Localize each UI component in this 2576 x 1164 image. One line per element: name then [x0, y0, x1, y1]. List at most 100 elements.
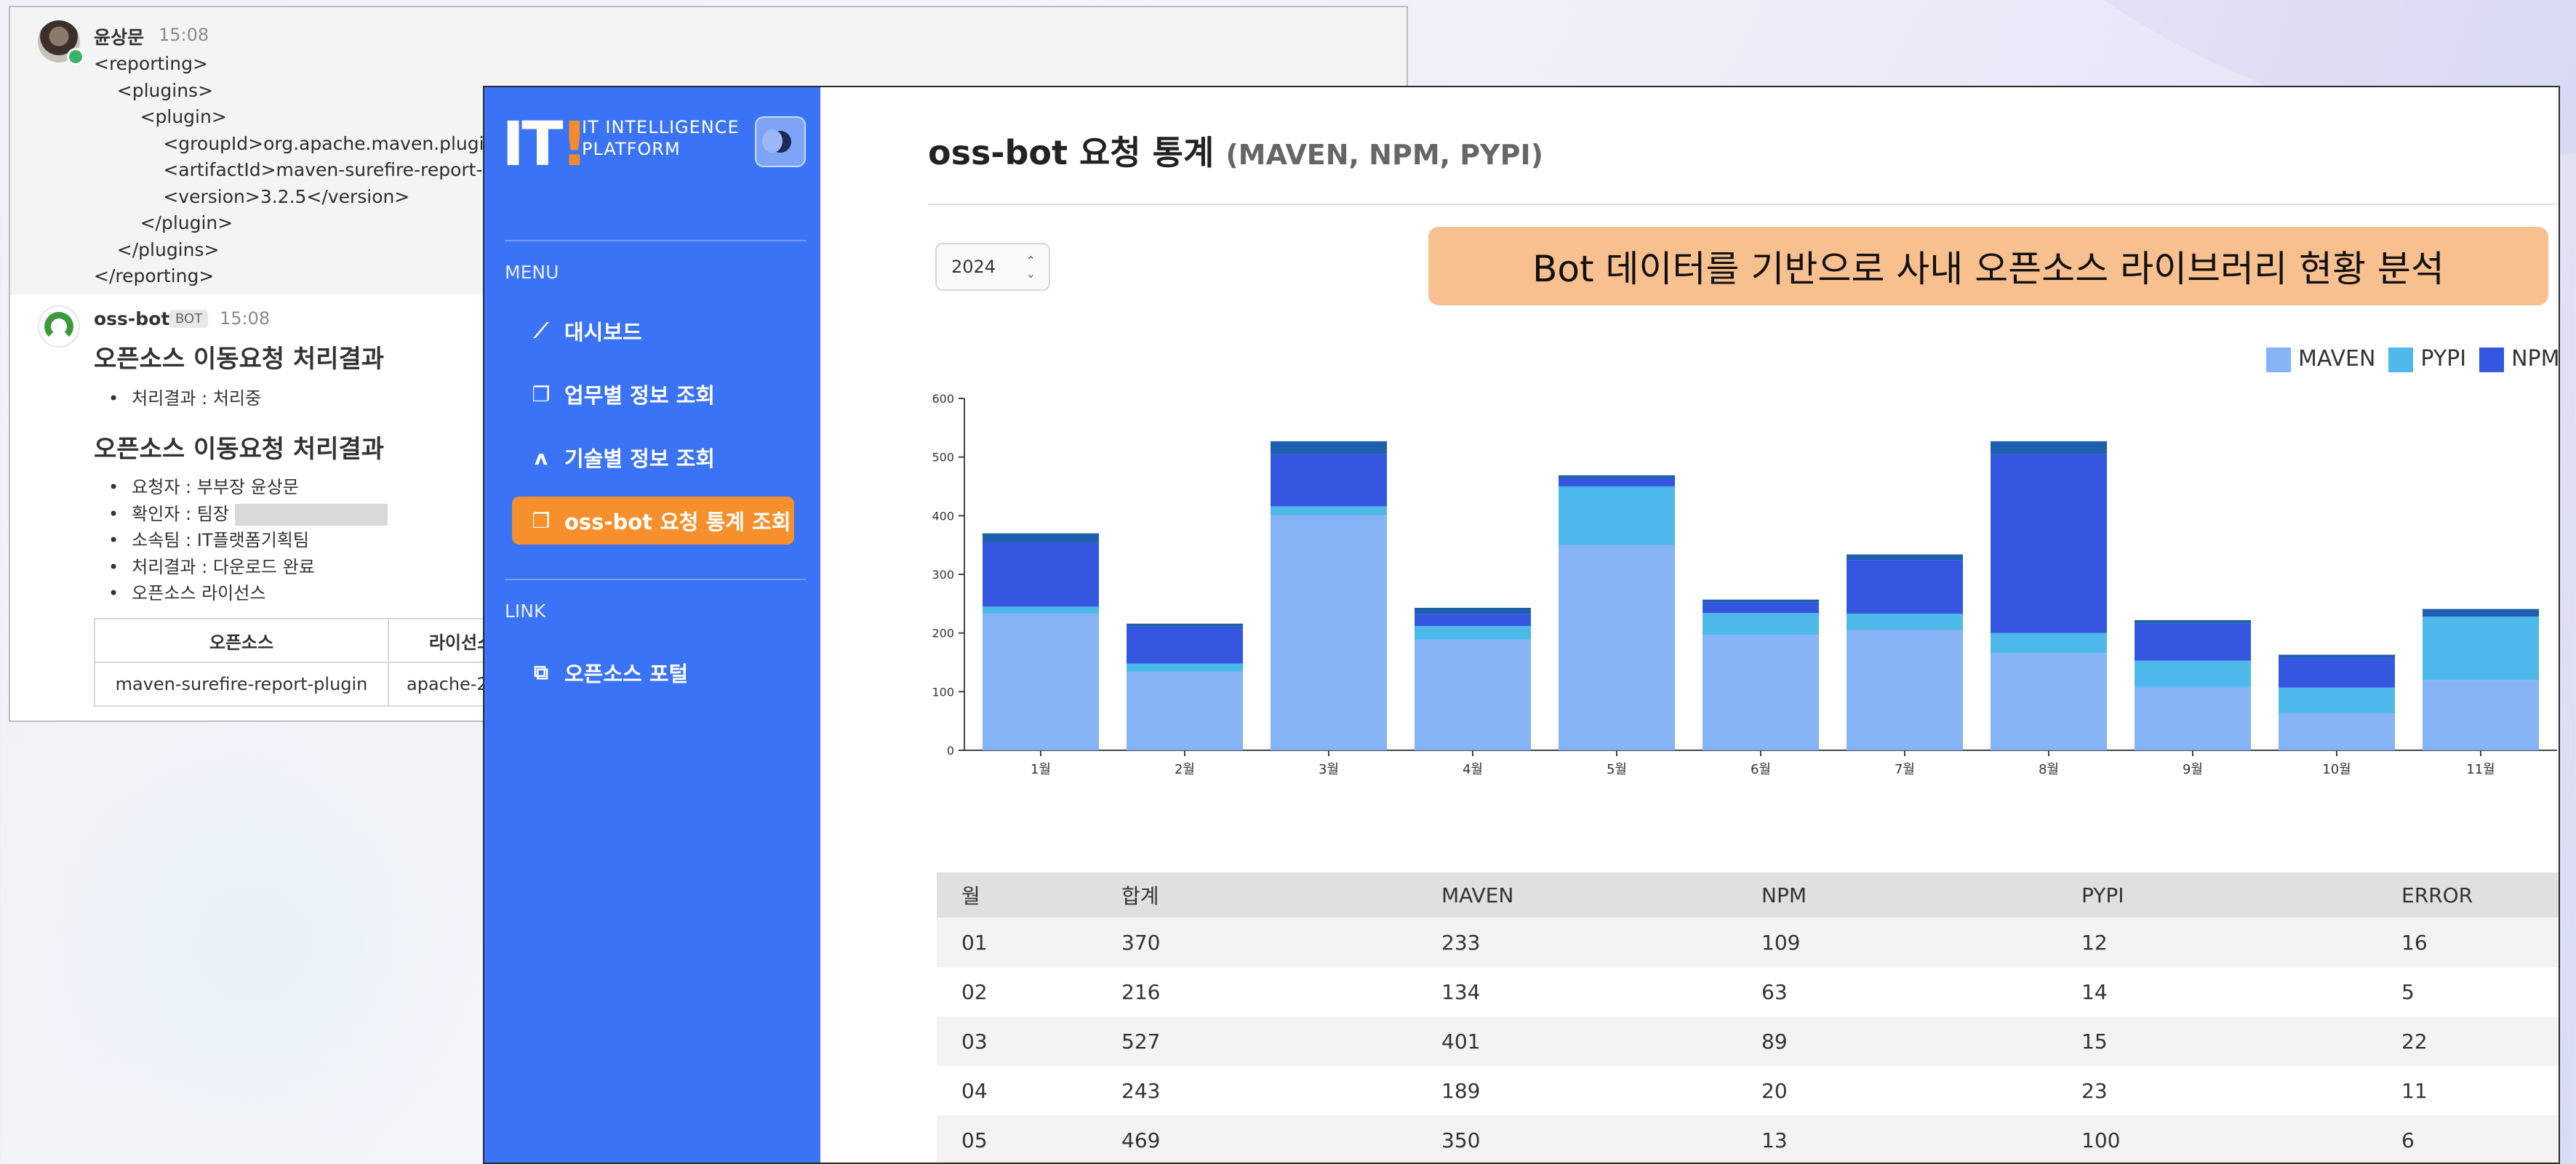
table-header[interactable]: PYPI	[2057, 872, 2377, 918]
message-list: 처리결과 : 처리중	[108, 385, 261, 412]
y-tick-label: 100	[932, 685, 954, 699]
legend-swatch	[2266, 347, 2291, 372]
table-row[interactable]: 01 370 233 109 12 16	[937, 918, 2559, 967]
bar-maven-7	[1847, 630, 1963, 750]
code-block: <reporting> <plugins> <plugin> <groupId>…	[94, 51, 527, 290]
bar-other-10	[2279, 654, 2395, 658]
chart-line-icon: ⟋	[534, 318, 548, 342]
y-tick-label: 400	[932, 509, 954, 523]
table-cell: 469	[1097, 1115, 1417, 1163]
code-line: <artifactId>maven-surefire-report-plug	[94, 159, 522, 180]
link-section-label: LINK	[505, 601, 546, 622]
table-cell: 16	[2377, 918, 2559, 967]
list-item: 소속팀 : IT플랫폼기획팀	[108, 527, 388, 554]
avatar[interactable]	[38, 20, 84, 65]
x-tick-label: 4월	[1463, 762, 1483, 777]
bar-npm-3	[1271, 454, 1387, 507]
divider	[928, 204, 2559, 205]
code-line: <plugin>	[94, 106, 227, 127]
message-author[interactable]: oss-bot	[94, 308, 169, 329]
bar-pypi-5	[1559, 486, 1675, 545]
table-cell: 134	[1417, 967, 1737, 1016]
x-tick-label: 3월	[1319, 762, 1339, 777]
sidebar-item-business-info[interactable]: ❐ 업무별 정보 조회	[512, 370, 794, 418]
table-row[interactable]: 02 216 134 63 14 5	[937, 967, 2559, 1016]
sidebar-item-oss-bot-stats[interactable]: ❐ oss-bot 요청 통계 조회	[512, 497, 794, 545]
divider	[505, 240, 806, 241]
x-tick-label: 1월	[1031, 762, 1051, 777]
message-author[interactable]: 윤상문	[94, 23, 144, 49]
bar-npm-5	[1559, 478, 1675, 486]
sidebar: IT! IT INTELLIGENCE PLATFORM MENU ⟋ 대시보드 …	[484, 87, 820, 1163]
message-time: 15:08	[220, 308, 271, 329]
table-header[interactable]: 합계	[1097, 872, 1417, 918]
bar-npm-7	[1847, 560, 1963, 614]
bar-maven-5	[1559, 545, 1675, 750]
bar-maven-10	[2279, 713, 2395, 750]
legend-item-maven[interactable]: MAVEN	[2266, 346, 2375, 372]
bar-maven-9	[2135, 686, 2251, 750]
list-item: 처리결과 : 다운로드 완료	[108, 554, 388, 581]
table-cell: 189	[1417, 1066, 1737, 1115]
table-cell: 527	[1097, 1016, 1417, 1066]
list-item: 처리결과 : 처리중	[108, 385, 261, 412]
x-tick-label: 10월	[2322, 762, 2351, 777]
table-cell: 02	[937, 967, 1097, 1016]
code-line: <plugins>	[94, 79, 214, 101]
bar-maven-3	[1271, 515, 1387, 750]
bar-pypi-7	[1847, 614, 1963, 630]
bar-pypi-1	[983, 606, 1099, 614]
table-cell: 01	[937, 918, 1097, 967]
y-tick-label: 200	[932, 627, 954, 641]
code-line: <groupId>org.apache.maven.plugins</	[94, 132, 527, 154]
code-line: <reporting>	[94, 53, 208, 74]
legend-item-npm[interactable]: NPM	[2479, 346, 2559, 372]
sidebar-item-tech-info[interactable]: ʌ 기술별 정보 조회	[512, 433, 794, 481]
stacked-bar-chart: 0 100 200 300 400 500 600 1월 2월 3월 4월 5월 6월 7월 8월 9월 10월…	[932, 392, 2557, 777]
table-header[interactable]: NPM	[1737, 872, 2057, 918]
table-row[interactable]: 04 243 189 20 23 11	[937, 1066, 2559, 1115]
bar-maven-8	[1991, 653, 2107, 750]
bar-pypi-10	[2279, 687, 2395, 714]
bar-npm-8	[1991, 454, 2107, 633]
code-line: </reporting>	[94, 265, 215, 286]
y-tick-label: 0	[947, 744, 954, 758]
y-tick-label: 300	[932, 568, 954, 582]
table-header[interactable]: ERROR	[2377, 872, 2559, 918]
table-header[interactable]: MAVEN	[1417, 872, 1737, 918]
bar-npm-2	[1127, 626, 1243, 664]
background-glow	[0, 727, 509, 1163]
table-cell: 401	[1417, 1016, 1737, 1066]
sidebar-item-dashboard[interactable]: ⟋ 대시보드	[512, 307, 794, 355]
table-cell: 11	[2377, 1066, 2559, 1115]
legend-swatch	[2479, 347, 2505, 372]
message-time: 15:08	[159, 25, 209, 45]
table-cell: 03	[937, 1016, 1097, 1066]
code-line: </plugin>	[94, 212, 233, 233]
theme-toggle-button[interactable]	[755, 116, 806, 167]
compass-icon: ʌ	[534, 445, 548, 470]
bar-maven-2	[1127, 671, 1243, 750]
open-source-logo-icon	[44, 312, 73, 341]
table-header: 오픈소스	[94, 618, 389, 663]
app-window: IT! IT INTELLIGENCE PLATFORM MENU ⟋ 대시보드 …	[483, 86, 2560, 1164]
app-logo[interactable]: IT!	[502, 113, 588, 174]
table-cell: 12	[2057, 918, 2377, 967]
y-tick-label: 500	[932, 451, 954, 465]
table-cell: 13	[1737, 1115, 2057, 1163]
sidebar-item-oss-portal[interactable]: ⧉ 오픈소스 포털	[512, 649, 794, 697]
table-row[interactable]: 03 527 401 89 15 22	[937, 1016, 2559, 1066]
list-item: 오픈소스 라이선스	[108, 580, 388, 607]
table-header[interactable]: 월	[937, 872, 1097, 918]
bar-maven-1	[983, 614, 1099, 750]
table-cell: maven-surefire-report-plugin	[94, 662, 389, 707]
table-row[interactable]: 05 469 350 13 100 6	[937, 1115, 2559, 1163]
year-select[interactable]: 2024 ⌃ ⌄	[935, 243, 1050, 291]
bar-other-2	[1127, 623, 1243, 627]
bar-pypi-6	[1703, 613, 1819, 635]
bot-avatar[interactable]	[38, 305, 80, 348]
table-cell: 23	[2057, 1066, 2377, 1115]
legend-item-pypi[interactable]: PYPI	[2388, 346, 2466, 372]
chart-legend: MAVEN PYPI NPM	[2266, 346, 2559, 372]
brand-name: IT INTELLIGENCE PLATFORM	[582, 117, 740, 159]
